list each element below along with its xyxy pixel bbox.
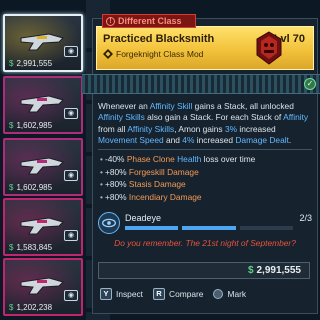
eye-icon: ◉ — [64, 46, 78, 57]
decorative-strip: ✓ — [82, 74, 320, 94]
highlight-term: 3% — [224, 123, 238, 134]
item-subtitle: Forgeknight Class Mod — [103, 49, 203, 59]
inventory-card[interactable]: ◉ $2,991,555 — [3, 14, 83, 72]
eye-icon: ◉ — [64, 230, 78, 241]
mark-button[interactable]: Mark — [213, 289, 246, 299]
item-description: Whenever an Affinity Skill gains a Stack… — [98, 101, 312, 147]
skill-count: 2/3 — [299, 213, 312, 223]
card-price: $2,991,555 — [9, 59, 53, 68]
description-text: increased — [194, 135, 236, 146]
weapon-icon — [20, 95, 64, 113]
r-key-icon: R — [153, 288, 166, 300]
warning-icon: ! — [106, 16, 115, 26]
highlight-term: Affinity Skills — [127, 123, 175, 134]
different-class-label: Different Class — [118, 16, 182, 26]
description-text: increased — [237, 123, 276, 134]
item-stats: • -40% Phase Clone Health loss over time … — [100, 153, 255, 203]
description-text: , Amon gains — [174, 123, 225, 134]
weapon-icon — [20, 217, 64, 235]
compare-button[interactable]: R Compare — [153, 288, 203, 300]
item-price: $2,991,555 — [247, 265, 301, 276]
description-text: from all — [98, 123, 128, 134]
skill-progress-segment — [239, 226, 293, 230]
inventory-card[interactable]: ◉ $1,583,845 — [3, 198, 83, 256]
highlight-term: Affinity Skill — [149, 101, 193, 111]
list-icon: ◉ — [64, 290, 78, 301]
card-price: $1,583,845 — [9, 243, 53, 252]
eye-icon — [98, 212, 120, 234]
skill-row: Deadeye 2/3 — [98, 212, 314, 234]
class-icon — [103, 49, 113, 59]
highlight-term: 4% — [182, 135, 195, 146]
skill-name: Deadeye — [125, 213, 162, 223]
inventory-card[interactable]: ◉ $1,202,238 — [3, 258, 83, 316]
description-text: Whenever an — [98, 101, 150, 111]
card-price: $1,202,238 — [9, 303, 53, 312]
check-icon: ✓ — [304, 78, 316, 90]
description-text: gains a Stack, all unlocked — [192, 101, 294, 111]
card-price: $1,602,985 — [9, 121, 53, 130]
class-emblem-icon — [256, 31, 282, 65]
description-text: . — [288, 135, 292, 146]
item-name: Practiced Blacksmith — [103, 33, 215, 45]
highlight-term: Movement Speed — [98, 135, 164, 146]
item-type-label: Forgeknight Class Mod — [116, 49, 204, 59]
different-class-banner: ! Different Class — [102, 14, 196, 28]
weapon-icon — [20, 33, 64, 51]
boost-icon: ◉ — [64, 170, 78, 181]
description-text: and — [163, 135, 183, 146]
stat-line: • +80% Incendiary Damage — [100, 191, 202, 202]
stat-line: • -40% Phase Clone Health loss over time — [100, 154, 256, 164]
highlight-term: Damage Dealt — [235, 135, 289, 146]
flavor-text: Do you remember. The 21st night of Septe… — [114, 238, 296, 248]
inventory-card[interactable]: ◉ $1,602,985 — [3, 138, 83, 196]
card-price: $1,602,985 — [9, 183, 53, 192]
weapon-icon — [20, 277, 64, 295]
stat-line: • +80% Forgeskill Damage — [100, 166, 199, 177]
weapon-icon — [20, 157, 64, 175]
stat-line: • +80% Stasis Damage — [100, 179, 186, 189]
action-bar: Y Inspect R Compare Mark — [100, 288, 246, 300]
y-key-icon: Y — [100, 288, 112, 300]
skill-progress-segment — [125, 226, 179, 230]
divider — [98, 149, 312, 150]
inspect-button[interactable]: Y Inspect — [100, 288, 143, 300]
description-text: also gain a Stack. For each Stack of — [144, 112, 284, 123]
item-header: Practiced Blacksmith Lvl 70 Forgeknight … — [96, 26, 314, 70]
skill-progress-segment — [182, 226, 236, 230]
inventory-card[interactable]: ◉ $1,602,985 — [3, 76, 83, 134]
price-bar: $2,991,555 — [98, 262, 310, 279]
download-icon: ◉ — [64, 108, 78, 119]
stick-button-icon — [213, 289, 224, 299]
highlight-term: Affinity — [283, 112, 309, 123]
highlight-term: Affinity Skills — [98, 112, 145, 123]
